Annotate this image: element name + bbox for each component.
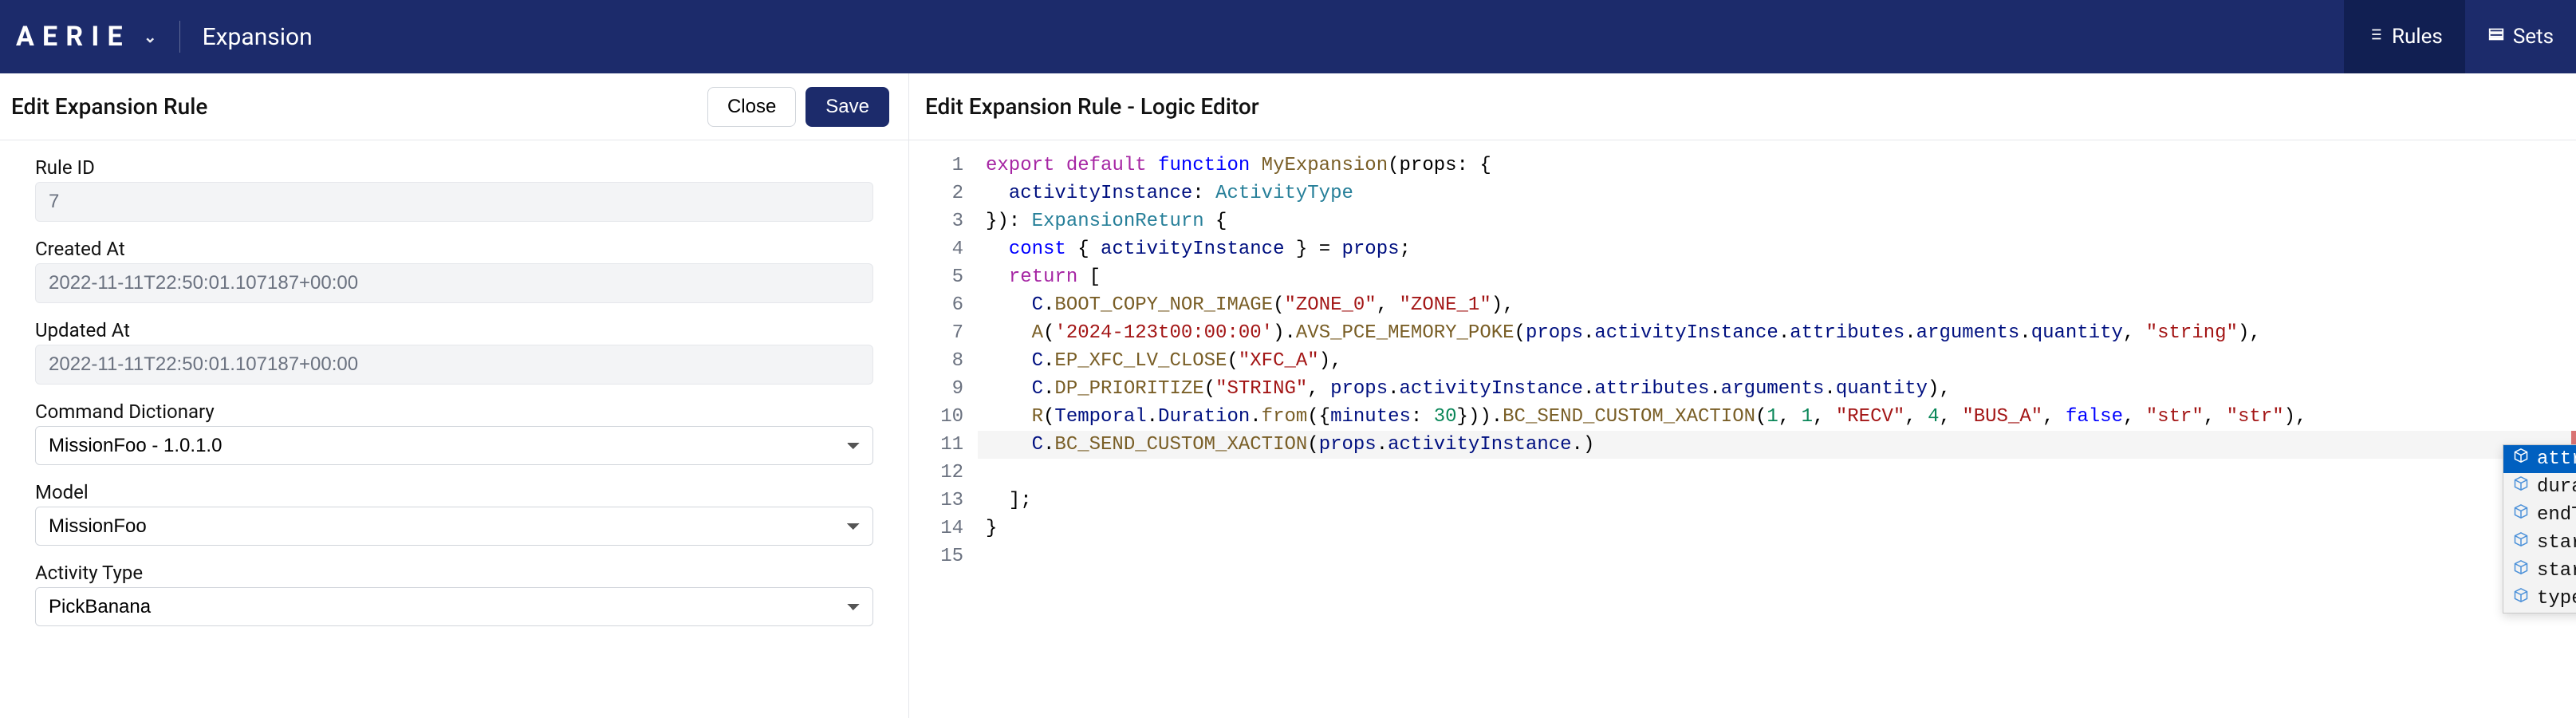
nav-tab-label: Rules bbox=[2392, 25, 2443, 49]
line-number: 15 bbox=[909, 542, 963, 570]
left-pane-title: Edit Expansion Rule bbox=[11, 93, 207, 120]
label-activity-type: Activity Type bbox=[35, 562, 873, 584]
suggest-item-label: type bbox=[2537, 585, 2576, 613]
right-pane-title: Edit Expansion Rule - Logic Editor bbox=[925, 93, 1259, 120]
rule-form: Rule ID Created At Updated At Command Di… bbox=[0, 140, 908, 642]
input-updated-at bbox=[35, 345, 873, 385]
code-line[interactable]: }): ExpansionReturn { bbox=[978, 207, 2576, 235]
line-number: 9 bbox=[909, 375, 963, 403]
suggest-item[interactable]: startOffset bbox=[2503, 529, 2576, 557]
right-panel: Edit Expansion Rule - Logic Editor 12345… bbox=[909, 73, 2576, 718]
field-updated-at: Updated At bbox=[35, 319, 873, 385]
label-updated-at: Updated At bbox=[35, 319, 873, 341]
code-line[interactable]: C.BOOT_COPY_NOR_IMAGE("ZONE_0", "ZONE_1"… bbox=[978, 291, 2576, 319]
suggest-item-label: duration bbox=[2537, 473, 2576, 501]
label-command-dictionary: Command Dictionary bbox=[35, 400, 873, 423]
nav-tab-sets[interactable]: Sets bbox=[2465, 0, 2576, 73]
suggest-item[interactable]: attributes(property) PickBanana.attribut… bbox=[2503, 445, 2576, 473]
code-line[interactable]: A('2024-123t00:00:00').AVS_PCE_MEMORY_PO… bbox=[978, 319, 2576, 347]
code-area[interactable]: export default function MyExpansion(prop… bbox=[978, 140, 2576, 718]
line-number: 6 bbox=[909, 291, 963, 319]
save-button[interactable]: Save bbox=[805, 87, 889, 127]
label-model: Model bbox=[35, 481, 873, 503]
line-number: 4 bbox=[909, 235, 963, 263]
code-line[interactable]: } bbox=[978, 515, 2576, 542]
property-icon bbox=[2513, 585, 2529, 613]
input-created-at bbox=[35, 263, 873, 303]
chevron-down-icon: ⌄ bbox=[144, 27, 157, 46]
right-pane-header: Edit Expansion Rule - Logic Editor bbox=[909, 73, 2576, 140]
code-line[interactable] bbox=[978, 542, 2576, 570]
field-command-dictionary: Command Dictionary MissionFoo - 1.0.1.0 bbox=[35, 400, 873, 465]
code-line[interactable] bbox=[978, 459, 2576, 487]
property-icon bbox=[2513, 529, 2529, 557]
code-line[interactable]: C.DP_PRIORITIZE("STRING", props.activity… bbox=[978, 375, 2576, 403]
line-number: 12 bbox=[909, 459, 963, 487]
autocomplete-popup[interactable]: attributes(property) PickBanana.attribut… bbox=[2503, 444, 2576, 613]
line-number: 3 bbox=[909, 207, 963, 235]
line-number: 13 bbox=[909, 487, 963, 515]
line-number-gutter: 123456789101112131415 bbox=[909, 140, 978, 718]
main-split: Edit Expansion Rule Close Save Rule ID C… bbox=[0, 73, 2576, 718]
property-icon bbox=[2513, 445, 2529, 473]
suggest-item[interactable]: type bbox=[2503, 585, 2576, 613]
brand-menu[interactable]: AERIE ⌄ bbox=[16, 21, 157, 53]
nav-tab-rules[interactable]: Rules bbox=[2344, 0, 2465, 73]
line-number: 1 bbox=[909, 152, 963, 180]
divider bbox=[179, 21, 180, 53]
suggest-item[interactable]: startTime bbox=[2503, 557, 2576, 585]
select-model[interactable]: MissionFoo bbox=[35, 507, 873, 546]
select-command-dictionary[interactable]: MissionFoo - 1.0.1.0 bbox=[35, 426, 873, 465]
code-line[interactable]: return [ bbox=[978, 263, 2576, 291]
property-icon bbox=[2513, 557, 2529, 585]
code-line[interactable]: C.BC_SEND_CUSTOM_XACTION(props.activityI… bbox=[978, 431, 2576, 459]
suggest-item-label: startTime bbox=[2537, 557, 2576, 585]
code-line[interactable]: C.EP_XFC_LV_CLOSE("XFC_A"), bbox=[978, 347, 2576, 375]
line-number: 10 bbox=[909, 403, 963, 431]
property-icon bbox=[2513, 501, 2529, 529]
code-line[interactable]: activityInstance: ActivityType bbox=[978, 180, 2576, 207]
code-line[interactable]: R(Temporal.Duration.from({minutes: 30}))… bbox=[978, 403, 2576, 431]
line-number: 14 bbox=[909, 515, 963, 542]
brand-logo-text: AERIE bbox=[16, 21, 131, 53]
code-line[interactable]: export default function MyExpansion(prop… bbox=[978, 152, 2576, 180]
rules-icon bbox=[2366, 25, 2384, 49]
field-activity-type: Activity Type PickBanana bbox=[35, 562, 873, 626]
input-rule-id bbox=[35, 182, 873, 222]
field-rule-id: Rule ID bbox=[35, 156, 873, 222]
code-line[interactable]: const { activityInstance } = props; bbox=[978, 235, 2576, 263]
suggest-item-label: endTime bbox=[2537, 501, 2576, 529]
line-number: 11 bbox=[909, 431, 963, 459]
navbar: AERIE ⌄ Expansion Rules Sets bbox=[0, 0, 2576, 73]
label-rule-id: Rule ID bbox=[35, 156, 873, 179]
suggest-item[interactable]: duration bbox=[2503, 473, 2576, 501]
field-created-at: Created At bbox=[35, 238, 873, 303]
suggest-item[interactable]: endTime bbox=[2503, 501, 2576, 529]
section-title: Expansion bbox=[203, 23, 313, 51]
select-activity-type[interactable]: PickBanana bbox=[35, 587, 873, 626]
field-model: Model MissionFoo bbox=[35, 481, 873, 546]
nav-tabs: Rules Sets bbox=[2344, 0, 2576, 73]
line-number: 5 bbox=[909, 263, 963, 291]
close-button[interactable]: Close bbox=[707, 87, 796, 127]
line-number: 7 bbox=[909, 319, 963, 347]
code-editor[interactable]: 123456789101112131415 export default fun… bbox=[909, 140, 2576, 718]
suggest-item-label: attributes bbox=[2537, 445, 2576, 473]
left-panel: Edit Expansion Rule Close Save Rule ID C… bbox=[0, 73, 909, 718]
line-number: 2 bbox=[909, 180, 963, 207]
label-created-at: Created At bbox=[35, 238, 873, 260]
line-number: 8 bbox=[909, 347, 963, 375]
nav-tab-label: Sets bbox=[2513, 25, 2554, 49]
property-icon bbox=[2513, 473, 2529, 501]
sets-icon bbox=[2487, 25, 2505, 49]
left-pane-header: Edit Expansion Rule Close Save bbox=[0, 73, 908, 140]
code-line[interactable]: ]; bbox=[978, 487, 2576, 515]
suggest-item-label: startOffset bbox=[2537, 529, 2576, 557]
